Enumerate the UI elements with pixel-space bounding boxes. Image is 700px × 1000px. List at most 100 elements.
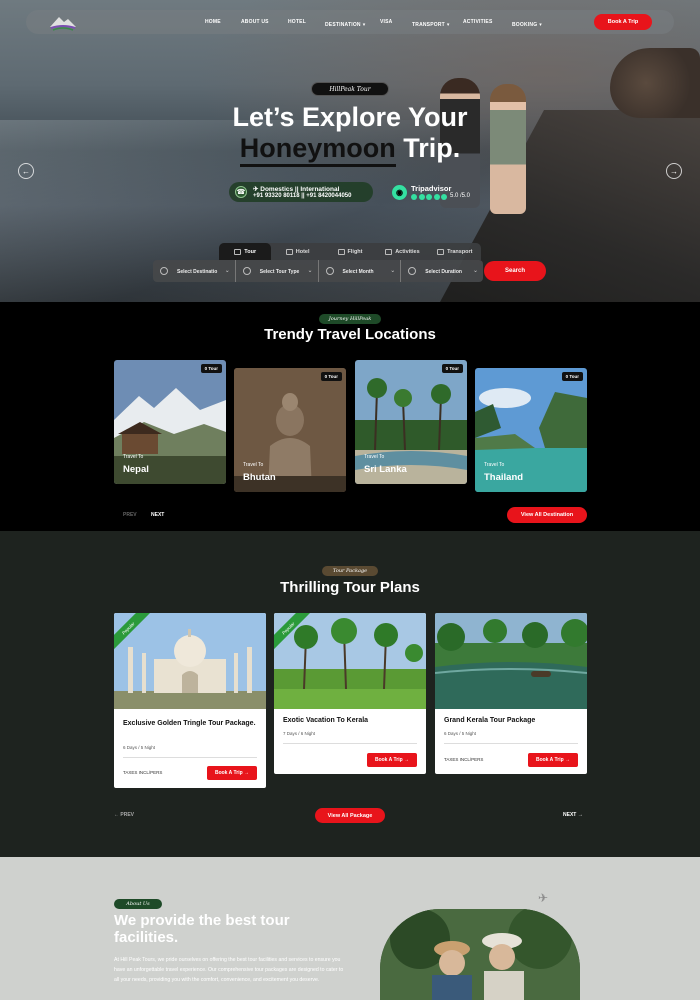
hero-next-arrow-icon[interactable]: →: [666, 163, 682, 179]
destination-select[interactable]: Select Destinatio ⌄: [153, 260, 236, 282]
month-select-value: Select Month: [342, 269, 374, 275]
book-trip-button[interactable]: Book A Trip →: [367, 753, 417, 767]
chevron-down-icon: ⌄: [307, 268, 313, 274]
chevron-down-icon: ▾: [539, 22, 542, 28]
search-button[interactable]: Search: [484, 261, 546, 281]
tab-activities[interactable]: Activities: [376, 243, 428, 260]
hero-title-line1: Let’s Explore Your: [232, 102, 468, 132]
book-trip-button[interactable]: Book A Trip →: [528, 753, 578, 767]
nav-home[interactable]: HOME: [205, 19, 221, 25]
destinations-next-button[interactable]: NEXT: [151, 512, 164, 518]
contact-pill[interactable]: ☎ ✈ Domestics || International +91 93320…: [229, 182, 373, 202]
page: HOME ABOUT US HOTEL DESTINATION ▾ VISA TR…: [0, 0, 700, 1000]
packages-badge: Tour Package: [322, 566, 378, 576]
taj-mahal-image: [114, 613, 266, 709]
tour-type-select[interactable]: Select Tour Type ⌄: [236, 260, 319, 282]
package-title: Grand Kerala Tour Package: [444, 717, 536, 724]
about-paragraph: At Hill Peak Tours, we pride ourselves o…: [114, 957, 344, 983]
packages-prev-button[interactable]: ← PREV: [114, 812, 134, 818]
destination-name: Nepal: [123, 464, 149, 475]
destination-card[interactable]: 0 Tour Travel To Bhutan: [234, 368, 346, 492]
destinations-prev-button[interactable]: PREV: [123, 512, 137, 518]
hero-title-line2: Honeymoon Trip.: [0, 133, 700, 167]
about-section: About Us ✈ We provide the best tour faci…: [0, 857, 700, 1000]
chevron-down-icon: ▾: [446, 22, 450, 28]
kerala-palms-image: [274, 613, 426, 709]
package-card[interactable]: Popular Exotic Vacation To Kerala 7 Days…: [274, 613, 426, 774]
tab-flight[interactable]: Flight: [324, 243, 376, 260]
airplane-icon: ✈: [538, 891, 549, 905]
packages-title: Thrilling Tour Plans: [280, 579, 420, 596]
destinations-section: Journey HillPeak Trendy Travel Locations…: [0, 302, 700, 531]
hero-prev-arrow-icon[interactable]: ←: [18, 163, 34, 179]
book-trip-label: Book A Trip: [535, 757, 564, 763]
chevron-down-icon: ▾: [362, 22, 366, 28]
location-pin-icon: [160, 267, 168, 275]
phone-icon: ☎: [235, 186, 247, 198]
destination-card[interactable]: 0 Tour Travel To Thailand: [475, 368, 587, 492]
rating-dots-icon: [411, 194, 447, 200]
package-duration: 6 Days / 5 Night: [123, 745, 156, 750]
tab-hotel[interactable]: Hotel: [271, 243, 323, 260]
nav-destination[interactable]: DESTINATION ▾: [325, 13, 365, 31]
package-card[interactable]: Popular Exclusive Golden Tringle Tour Pa…: [114, 613, 266, 788]
rating-score: 5.0 /5.0: [450, 193, 471, 199]
divider: [444, 743, 578, 744]
book-trip-button[interactable]: Book A Trip →: [207, 766, 257, 780]
kerala-backwaters-image: [435, 613, 587, 709]
nav-activities[interactable]: ACTIVITIES: [463, 19, 493, 25]
chevron-down-icon: ⌄: [472, 268, 478, 274]
contact-line2: +91 93320 80118 || +91 8420044050: [253, 193, 352, 199]
tour-count-badge: 0 Tour: [320, 372, 342, 381]
arrow-right-icon: →: [577, 812, 583, 818]
tripadvisor-rating[interactable]: ◉ Tripadvisor 5.0 /5.0: [392, 183, 482, 203]
search-tabs: Tour Hotel Flight Activities Transport: [219, 243, 481, 260]
destination-card[interactable]: 0 Tour Travel To Nepal: [114, 360, 226, 484]
divider: [283, 743, 417, 744]
tab-hotel-label: Hotel: [295, 248, 310, 255]
book-trip-button[interactable]: Book A Trip: [594, 14, 652, 30]
tab-tour-label: Tour: [244, 248, 257, 255]
travel-to-label: Travel To: [243, 462, 264, 468]
arrow-left-icon: ←: [114, 812, 119, 818]
main-nav: HOME ABOUT US HOTEL DESTINATION ▾ VISA TR…: [26, 10, 674, 34]
chevron-down-icon: ⌄: [390, 268, 396, 274]
tour-count-badge: 0 Tour: [200, 364, 222, 373]
package-tax-note: TAXES INCL/PERS: [123, 770, 163, 775]
view-all-destination-button[interactable]: View All Destination: [507, 507, 587, 523]
hero-title-highlight: Honeymoon: [239, 133, 396, 167]
nav-visa[interactable]: VISA: [380, 19, 392, 25]
contact-line1: ✈ Domestics || International: [253, 186, 340, 193]
destination-select-value: Select Destinatio: [177, 269, 218, 275]
destinations-badge: Journey HillPeak: [319, 314, 381, 324]
arrow-right-icon: →: [565, 757, 571, 763]
packages-next-button[interactable]: NEXT →: [563, 812, 583, 818]
package-title: Exotic Vacation To Kerala: [283, 717, 369, 724]
book-trip-label: Book A Trip: [374, 757, 403, 763]
arrow-right-icon: →: [404, 757, 410, 763]
activities-icon: [385, 248, 393, 255]
travel-to-label: Travel To: [123, 454, 144, 460]
tab-transport[interactable]: Transport: [429, 243, 481, 260]
tab-tour[interactable]: Tour: [219, 243, 272, 260]
duration-select-value: Select Duration: [425, 269, 462, 275]
destination-card[interactable]: 0 Tour Travel To Sri Lanka: [355, 360, 467, 484]
nav-about-us[interactable]: ABOUT US: [241, 19, 269, 25]
nav-hotel[interactable]: HOTEL: [288, 19, 306, 25]
tour-icon: [234, 248, 242, 255]
travel-to-label: Travel To: [484, 462, 505, 468]
view-all-package-button[interactable]: View All Package: [315, 808, 385, 823]
site-logo[interactable]: [48, 13, 78, 31]
month-select[interactable]: Select Month ⌄: [319, 260, 402, 282]
tab-activities-label: Activities: [395, 248, 420, 255]
package-duration: 7 Days / 6 Night: [283, 731, 316, 736]
packages-next-label: NEXT: [563, 812, 577, 818]
tour-count-badge: 0 Tour: [561, 372, 583, 381]
package-card[interactable]: Grand Kerala Tour Package 6 Days / 5 Nig…: [435, 613, 587, 774]
duration-select[interactable]: Select Duration ⌄: [401, 260, 483, 282]
nav-transport[interactable]: TRANSPORT ▾: [412, 13, 449, 31]
hotel-icon: [285, 248, 293, 255]
nav-booking[interactable]: BOOKING ▾: [512, 13, 542, 31]
packages-prev-label: PREV: [120, 812, 135, 818]
tripadvisor-label: Tripadvisor: [411, 184, 452, 193]
